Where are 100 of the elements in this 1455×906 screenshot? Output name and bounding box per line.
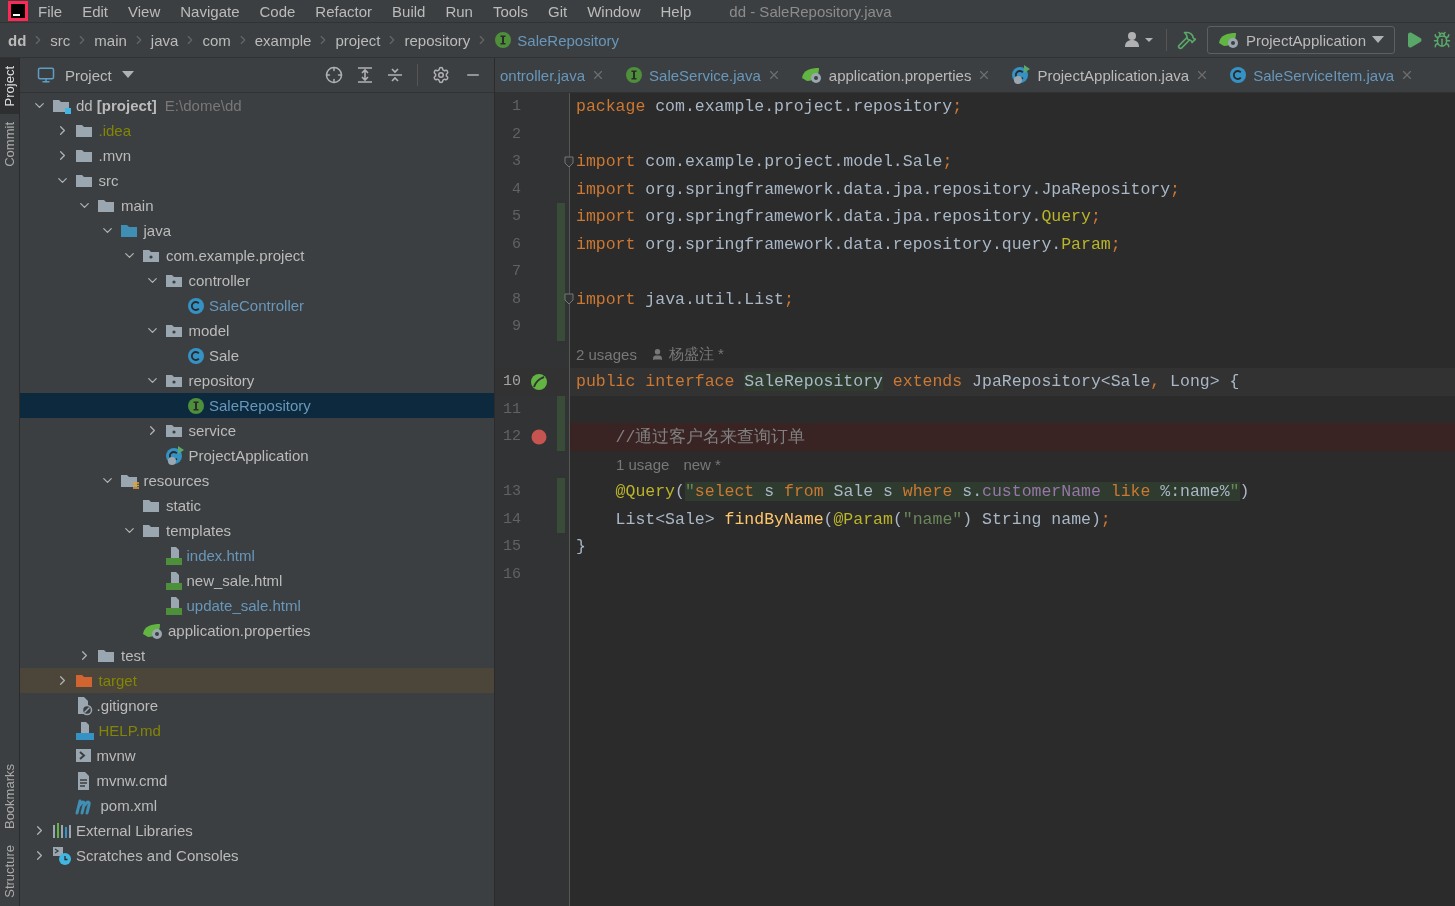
user-dropdown-icon[interactable] bbox=[1123, 31, 1156, 49]
breadcrumb[interactable]: java bbox=[150, 31, 179, 49]
window-icon bbox=[37, 66, 55, 84]
tree-row[interactable]: SaleController bbox=[20, 293, 494, 318]
tree-row[interactable]: repository bbox=[20, 368, 494, 393]
expand-all-icon[interactable] bbox=[357, 67, 373, 83]
code-line: import org.springframework.data.jpa.repository.Query; bbox=[576, 207, 1101, 227]
spring-class-icon bbox=[164, 445, 185, 466]
breadcrumb[interactable]: project bbox=[335, 31, 381, 49]
author-hint[interactable]: 杨盛注 * bbox=[668, 344, 724, 364]
menu-item[interactable]: Help bbox=[650, 2, 702, 20]
breadcrumb[interactable]: example bbox=[254, 31, 312, 49]
tree-row[interactable]: Sale bbox=[20, 343, 494, 368]
locate-crosshair-icon[interactable] bbox=[325, 66, 343, 84]
scratch-clock-icon bbox=[52, 845, 72, 866]
author-hint[interactable]: new * bbox=[683, 455, 721, 473]
tree-row[interactable]: ProjectApplication bbox=[20, 443, 494, 468]
breadcrumb[interactable]: src bbox=[50, 31, 71, 49]
breadcrumb[interactable]: main bbox=[94, 31, 127, 49]
tree-row[interactable]: Scratches and Consoles bbox=[20, 843, 494, 868]
tree-row[interactable]: templates bbox=[20, 518, 494, 543]
run-icon[interactable] bbox=[1405, 31, 1423, 49]
code-line: List<Sale> findByName(@Param("name") String name); bbox=[614, 509, 1111, 529]
editor-tab[interactable]: ProjectApplication.java bbox=[999, 58, 1218, 92]
menu-item[interactable]: Build bbox=[382, 2, 436, 20]
settings-icon[interactable] bbox=[432, 66, 450, 84]
project-path: E:\dome\dd bbox=[164, 97, 242, 114]
tree-row[interactable]: .mvn bbox=[20, 143, 494, 168]
file-name: main bbox=[121, 197, 154, 214]
caret-icon bbox=[1372, 36, 1384, 44]
code-line: public interface SaleRepository extends JpaRepository<Sale, Long> { bbox=[576, 372, 1240, 392]
usages-hint[interactable]: 1 usage bbox=[616, 455, 670, 473]
tree-row[interactable]: test bbox=[20, 643, 494, 668]
breadcrumb[interactable]: com bbox=[202, 31, 231, 49]
menu-item[interactable]: Window bbox=[577, 2, 651, 20]
tree-row[interactable]: mvnw.cmd bbox=[20, 768, 494, 793]
breadcrumb[interactable]: dd bbox=[8, 31, 27, 49]
menu-item[interactable]: File bbox=[28, 2, 73, 20]
file-name: java bbox=[143, 222, 172, 239]
file-name: pom.xml bbox=[100, 797, 158, 814]
build-hammer-icon[interactable] bbox=[1176, 30, 1197, 50]
editor-tab[interactable]: SaleServiceItem.java bbox=[1217, 58, 1423, 92]
spring-gear-icon bbox=[1217, 31, 1240, 49]
menu-item[interactable]: Git bbox=[537, 2, 578, 20]
tree-row[interactable]: External Libraries bbox=[20, 818, 494, 843]
usages-hint[interactable]: 2 usages bbox=[576, 345, 637, 363]
code-line: package com.example.project.repository; bbox=[576, 97, 963, 117]
tool-window-tab[interactable]: Structure bbox=[0, 837, 19, 906]
menu-item[interactable]: Tools bbox=[482, 2, 538, 20]
tool-window-tab[interactable]: Commit bbox=[0, 114, 19, 176]
menu-item[interactable]: Edit bbox=[72, 2, 119, 20]
file-name: .idea bbox=[98, 122, 132, 139]
tree-row[interactable]: java bbox=[20, 218, 494, 243]
tool-window-tab[interactable]: Bookmarks bbox=[0, 756, 19, 838]
tree-row[interactable]: update_sale.html bbox=[20, 593, 494, 618]
file-name: controller bbox=[188, 272, 251, 289]
collapse-all-icon[interactable] bbox=[387, 67, 403, 83]
code-line: import com.example.project.model.Sale; bbox=[576, 152, 953, 172]
file-name: .gitignore bbox=[96, 697, 159, 714]
tree-row[interactable]: SaleRepository bbox=[20, 393, 494, 418]
run-configuration-dropdown[interactable]: ProjectApplication bbox=[1206, 26, 1395, 54]
tool-window-tab[interactable]: Project bbox=[0, 58, 19, 115]
tree-row[interactable]: dd [project] E:\dome\dd bbox=[20, 93, 494, 118]
tree-row[interactable]: main bbox=[20, 193, 494, 218]
tree-row[interactable]: index.html bbox=[20, 543, 494, 568]
tree-row[interactable]: pom.xml bbox=[20, 793, 494, 818]
file-name: new_sale.html bbox=[186, 572, 283, 589]
project-view-dropdown[interactable]: Project bbox=[37, 66, 134, 84]
file-name: Scratches and Consoles bbox=[76, 847, 239, 864]
tree-row[interactable]: controller bbox=[20, 268, 494, 293]
html-file-icon bbox=[164, 570, 183, 591]
debug-bug-icon[interactable] bbox=[1433, 31, 1451, 49]
tree-row[interactable]: com.example.project bbox=[20, 243, 494, 268]
tree-row[interactable]: service bbox=[20, 418, 494, 443]
file-name: src bbox=[98, 172, 119, 189]
tree-row[interactable]: mvnw bbox=[20, 743, 494, 768]
editor-tab[interactable]: application.properties bbox=[788, 58, 1000, 92]
menu-item[interactable]: Navigate bbox=[170, 2, 250, 20]
breadcrumb[interactable]: repository bbox=[404, 31, 471, 49]
tree-row[interactable]: model bbox=[20, 318, 494, 343]
editor-tab[interactable]: SaleService.java bbox=[613, 58, 789, 92]
tree-row[interactable]: resources bbox=[20, 468, 494, 493]
tree-row[interactable]: .gitignore bbox=[20, 693, 494, 718]
menu-item[interactable]: View bbox=[118, 2, 171, 20]
interface-icon bbox=[625, 66, 644, 84]
menu-item[interactable]: Code bbox=[249, 2, 306, 20]
tree-row[interactable]: static bbox=[20, 493, 494, 518]
file-name: model bbox=[188, 322, 230, 339]
menu-item[interactable]: Run bbox=[435, 2, 483, 20]
file-name: application.properties bbox=[168, 622, 311, 639]
tree-row[interactable]: new_sale.html bbox=[20, 568, 494, 593]
spring-gear-icon bbox=[142, 621, 164, 640]
tree-row[interactable]: src bbox=[20, 168, 494, 193]
tree-row[interactable]: application.properties bbox=[20, 618, 494, 643]
file-name: dd [project] bbox=[76, 97, 157, 114]
file-name: target bbox=[98, 672, 137, 689]
file-name: index.html bbox=[186, 547, 255, 564]
editor-tab[interactable]: ontroller.java bbox=[495, 58, 614, 92]
menu-item[interactable]: Refactor bbox=[305, 2, 383, 20]
breadcrumb[interactable]: SaleRepository bbox=[517, 31, 620, 49]
